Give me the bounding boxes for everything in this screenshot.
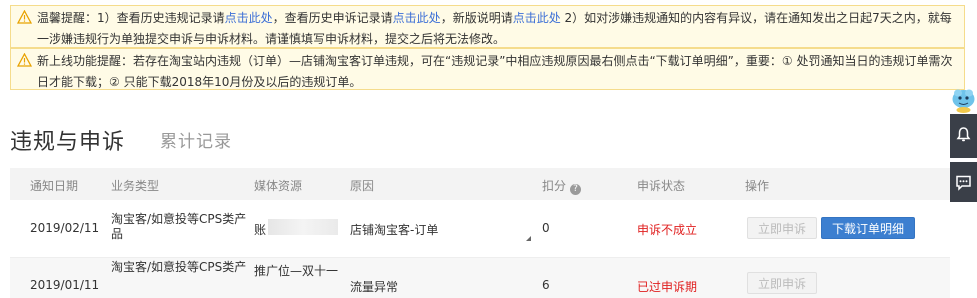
download-order-details-button[interactable]: 下载订单明细 — [821, 217, 915, 239]
row-type: 淘宝客/如意投等CPS类产 — [111, 260, 247, 274]
notice-1-mid2: ，新版说明请 — [440, 11, 513, 25]
notice-2-text: 新上线功能提醒：若存在淘宝站内违规（订单）—店铺淘宝客订单违规，可在“违规记录”… — [37, 54, 953, 89]
tab-history[interactable]: 累计记录 — [160, 127, 232, 152]
history-appeal-link[interactable]: 点击此处 — [393, 11, 441, 25]
row-status: 申诉不成立 — [637, 223, 698, 237]
row-points: 0 — [542, 221, 550, 235]
notice-banner-1: 温馨提醒：1）查看历史违规记录请点击此处，查看历史申诉记录请点击此处，新版说明请… — [10, 5, 965, 48]
table-header: 通知日期 业务类型 媒体资源 原因 扣分? 申诉状态 操作 — [10, 168, 950, 200]
header-date: 通知日期 — [30, 179, 79, 193]
header-media: 媒体资源 — [254, 179, 303, 193]
bell-icon — [956, 127, 971, 142]
page-title[interactable]: 违规与申诉 — [10, 124, 125, 156]
notice-1-lead: 温馨提醒：1）查看历史违规记录请 — [37, 11, 225, 25]
notice-1-mid1: ，查看历史申诉记录请 — [272, 11, 393, 25]
mascot-icon[interactable] — [950, 86, 977, 114]
help-icon[interactable]: ? — [570, 184, 582, 195]
new-version-link[interactable]: 点击此处 — [513, 11, 561, 25]
header-appeal-status: 申诉状态 — [637, 179, 686, 193]
row-type: 淘宝客/如意投等CPS类产品 — [111, 212, 247, 241]
header-action: 操作 — [745, 179, 770, 193]
notification-button[interactable] — [950, 114, 977, 158]
header-points: 扣分? — [542, 177, 582, 195]
row-date: 2019/02/11 — [30, 221, 100, 235]
floating-sidebar — [950, 86, 977, 287]
notice-banner-2: 新上线功能提醒：若存在淘宝站内违规（订单）—店铺淘宝客订单违规，可在“违规记录”… — [10, 48, 965, 90]
blurred-media-value — [268, 219, 338, 235]
row-date: 2019/01/11 — [30, 278, 100, 292]
warning-icon — [17, 53, 32, 67]
chat-icon — [956, 175, 971, 191]
resize-corner-icon — [526, 236, 531, 241]
header-reason: 原因 — [350, 179, 375, 193]
row-media: 推广位—双十一 — [254, 264, 339, 278]
warning-icon — [17, 10, 32, 24]
row-media: 账 — [254, 223, 267, 237]
row-points: 6 — [542, 278, 550, 292]
table-row: 2019/01/11 淘宝客/如意投等CPS类产 推广位—双十一 流量异常 6 … — [10, 258, 950, 298]
row-reason: 店铺淘宝客-订单 — [350, 223, 439, 237]
header-type: 业务类型 — [111, 179, 160, 193]
table-row: 2019/02/11 淘宝客/如意投等CPS类产品 账 店铺淘宝客-订单 0 申… — [10, 200, 950, 258]
appeal-button[interactable]: 立即申诉 — [747, 217, 817, 239]
chat-button[interactable] — [950, 162, 977, 202]
history-violation-link[interactable]: 点击此处 — [225, 11, 273, 25]
appeal-button[interactable]: 立即申诉 — [747, 272, 817, 294]
